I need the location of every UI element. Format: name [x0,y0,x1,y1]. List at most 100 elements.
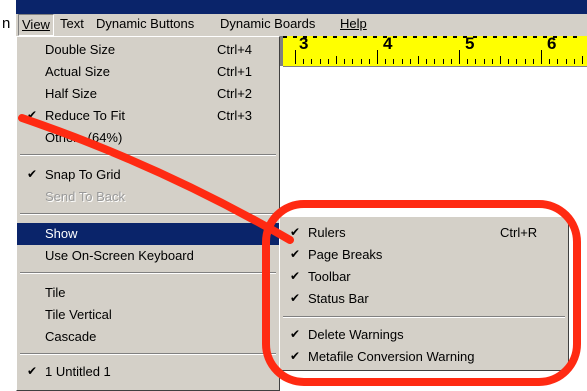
ruler-tick [434,59,436,64]
ruler-tick [549,59,551,64]
checkmark-icon: ✔ [290,349,301,363]
menu-item-snap-to-grid[interactable]: ✔ Snap To Grid [17,164,279,186]
ruler-edge-dash [533,36,537,38]
ruler-edge-dash [563,36,567,38]
checkmark-icon: ✔ [290,225,301,239]
ruler-tick [336,56,337,64]
ruler-edge-dash [413,36,417,38]
ruler-edge-dash [303,36,307,38]
ruler-tick [319,59,321,64]
show-submenu: ✔ Rulers Ctrl+R ✔ Page Breaks ✔ Toolbar … [279,216,569,371]
ruler-tick [442,59,444,64]
submenu-item-delete-warnings[interactable]: ✔ Delete Warnings [280,324,568,346]
menu-separator [20,213,276,215]
ruler-tick [426,59,428,64]
checkmark-icon: ✔ [27,167,38,181]
ruler-tick [541,50,542,64]
ruler-tick [508,59,510,64]
menu-separator [20,272,276,274]
ruler-edge-dash [483,36,487,38]
checkmark-icon: ✔ [290,291,301,305]
ruler-tick [516,59,518,64]
menu-separator [283,316,565,318]
ruler-edge-dash [443,36,447,38]
ruler-edge-dash [543,36,547,38]
ruler-tick [377,50,378,64]
submenu-arrow-icon [266,229,271,239]
ruler-tick [327,59,329,64]
submenu-item-toolbar[interactable]: ✔ Toolbar [280,266,568,288]
menu-item-cascade[interactable]: Cascade [17,326,279,348]
ruler-edge-dash [393,36,397,38]
ruler-edge-dash [473,36,477,38]
ruler-tick [565,59,567,64]
menu-item-tile[interactable]: Tile [17,282,279,304]
submenu-item-status-bar[interactable]: ✔ Status Bar [280,288,568,310]
menu-item-on-screen-keyboard[interactable]: Use On-Screen Keyboard [17,245,279,267]
ruler-tick [467,59,469,64]
menu-dynamic-boards[interactable]: Dynamic Boards [220,16,315,31]
ruler-tick [360,59,362,64]
horizontal-ruler: 3 4 5 6 [283,34,587,67]
menu-item-send-to-back: Send To Back [45,189,125,204]
ruler-tick [500,56,501,64]
ruler-tick [483,59,485,64]
menu-view[interactable]: View [18,14,54,36]
ruler-tick [475,59,477,64]
menu-item-reduce-to-fit[interactable]: ✔ Reduce To Fit Ctrl+3 [17,105,279,127]
ruler-edge-dash [433,36,437,38]
ruler-edge-dash [383,36,387,38]
ruler-edge-dash [373,36,377,38]
checkmark-icon: ✔ [27,364,38,378]
menu-item-tile-vertical[interactable]: Tile Vertical [17,304,279,326]
view-menu: Double Size Ctrl+4 Actual Size Ctrl+1 Ha… [16,36,280,391]
ruler-edge-dash [353,36,357,38]
submenu-item-metafile-warning[interactable]: ✔ Metafile Conversion Warning [280,346,568,368]
ruler-tick [532,59,534,64]
ruler-edge-dash [343,36,347,38]
ruler-tick [385,59,387,64]
ruler-tick [418,56,419,64]
menu-item-half-size[interactable]: Half Size Ctrl+2 [17,83,279,105]
menu-item-show[interactable]: Show [17,223,279,245]
menu-item-window-1[interactable]: ✔ 1 Untitled 1 [17,361,279,383]
menu-item-double-size[interactable]: Double Size Ctrl+4 [17,39,279,61]
ruler-tick [303,59,305,64]
ruler-tick [311,59,313,64]
ruler-edge-dash [423,36,427,38]
ruler-edge-dash [283,36,287,38]
ruler-edge-dash [453,36,457,38]
menu-separator [20,353,276,355]
ruler-tick [295,50,296,64]
submenu-item-rulers[interactable]: ✔ Rulers Ctrl+R [280,222,568,244]
ruler-tick [368,59,370,64]
checkmark-icon: ✔ [290,247,301,261]
menu-text[interactable]: Text [60,16,84,31]
ruler-edge-dash [403,36,407,38]
ruler-tick [344,59,346,64]
ruler-edge-dash [463,36,467,38]
menu-item-actual-size[interactable]: Actual Size Ctrl+1 [17,61,279,83]
ruler-tick [409,59,411,64]
menu-help[interactable]: Help [340,16,367,31]
ruler-edge-dash [323,36,327,38]
ruler-tick [393,59,395,64]
ruler-tick [401,59,403,64]
ruler-tick [450,59,452,64]
ruler-edge-dash [573,36,577,38]
ruler-tick [524,59,526,64]
ruler-edge-dash [313,36,317,38]
submenu-item-page-breaks[interactable]: ✔ Page Breaks [280,244,568,266]
ruler-tick [582,56,583,64]
menu-separator [20,154,276,156]
menu-dynamic-buttons[interactable]: Dynamic Buttons [96,16,194,31]
ruler-edge-dash [333,36,337,38]
ruler-tick [459,50,460,64]
left-margin-strip [0,30,16,391]
title-bar [0,0,587,14]
menu-item-other-zoom[interactable]: Other...(64%) [17,127,279,149]
ruler-tick [491,59,493,64]
ruler-edge-dash [503,36,507,38]
ruler-edge-dash [293,36,297,38]
ruler-tick [573,59,575,64]
